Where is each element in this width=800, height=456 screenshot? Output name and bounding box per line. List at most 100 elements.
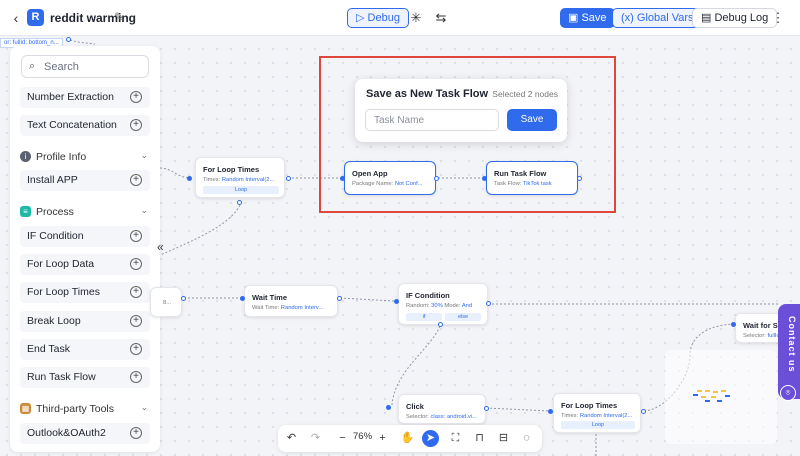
process-icon: ≡ (20, 206, 31, 217)
edge (159, 167, 191, 179)
node-library-panel: ⌕ Number Extraction + Text Concatenation… (10, 46, 160, 452)
section-profile-info[interactable]: i Profile Info ⌄ (20, 149, 150, 165)
node-detail-key: Wait Time: (252, 305, 280, 311)
debug-log-label: Debug Log (714, 12, 769, 24)
library-item-run-task-flow[interactable]: Run Task Flow + (20, 367, 150, 388)
contact-us-label: Contact us (787, 316, 797, 373)
debug-button[interactable]: ▷ Debug (347, 8, 409, 28)
node-title: For Loop Times (203, 165, 260, 174)
back-icon[interactable]: ‹ (8, 9, 24, 27)
log-icon: ▤ (701, 12, 715, 24)
minimap-preview (693, 390, 730, 402)
node-for-loop-times[interactable]: For Loop Times Times: Random Interval(2.… (553, 393, 641, 433)
library-item-end-task[interactable]: End Task + (20, 339, 150, 360)
else-chip: else (445, 313, 481, 321)
global-vars-button[interactable]: (x) Global Vars (612, 8, 703, 28)
library-item-break-loop[interactable]: Break Loop + (20, 311, 150, 332)
add-icon[interactable]: + (130, 315, 142, 327)
chat-icon[interactable]: ⌾ (780, 385, 796, 401)
node-detail-key: Times: (203, 177, 221, 183)
node-output-handle[interactable] (486, 301, 491, 306)
zoom-in-icon[interactable]: + (374, 430, 391, 447)
library-item-for-loop-data[interactable]: For Loop Data + (20, 254, 150, 275)
library-item-outlook-oauth2[interactable]: Outlook&OAuth2 + (20, 423, 150, 444)
node-input-handle[interactable] (731, 322, 736, 327)
node-title: IF Condition (406, 291, 450, 300)
node-detail-value: Random Interv... (280, 305, 324, 311)
node-title: Click (406, 402, 424, 411)
library-item-for-loop-times[interactable]: For Loop Times + (20, 282, 150, 303)
node-output-handle[interactable] (286, 176, 291, 181)
node-detail: Times: Random Interval(2... (203, 177, 283, 183)
collapse-panel-icon[interactable]: « (157, 240, 164, 254)
variable-icon: (x) (621, 12, 637, 24)
add-icon[interactable]: + (130, 174, 142, 186)
node-title: Wait Time (252, 293, 288, 302)
node-input-handle[interactable] (394, 299, 399, 304)
node-for-loop-times[interactable]: For Loop Times Times: Random Interval(2.… (195, 157, 285, 198)
undo-icon[interactable]: ↶ (283, 430, 300, 447)
node-output-handle[interactable] (181, 296, 186, 301)
save-label: Save (581, 12, 607, 24)
task-name-input[interactable] (365, 109, 499, 131)
node-input-handle[interactable] (240, 296, 245, 301)
node-branch-handle[interactable] (438, 322, 443, 327)
debug-log-button[interactable]: ▤ Debug Log (692, 8, 778, 28)
fit-view-icon[interactable]: ⛶ (447, 430, 464, 447)
add-icon[interactable]: + (130, 230, 142, 242)
node-detail: Random: 30% Mode: And (406, 303, 488, 309)
more-menu-icon[interactable]: ⋮ (768, 8, 788, 28)
search-input[interactable] (44, 59, 144, 74)
sparkle-icon[interactable]: ✳ (406, 8, 426, 28)
minimap[interactable] (665, 350, 777, 444)
chevron-down-icon: ⌄ (140, 402, 148, 412)
edit-icon[interactable]: ✎ (114, 9, 128, 25)
node-detail-key: Selector: (406, 414, 429, 420)
node-output-handle[interactable] (641, 409, 646, 414)
add-icon[interactable]: + (130, 371, 142, 383)
library-item-install-app[interactable]: Install APP + (20, 170, 150, 191)
node-loop-handle[interactable] (237, 200, 242, 205)
node-handle[interactable] (66, 37, 71, 42)
section-process[interactable]: ≡ Process ⌄ (20, 204, 150, 220)
node-detail-key: Random: (406, 303, 430, 309)
selected-nodes-count: Selected 2 nodes (492, 89, 558, 99)
library-item-label: Break Loop (27, 315, 81, 327)
edge (339, 297, 395, 302)
contact-us-tab[interactable]: Contact us ⌾ (778, 304, 800, 401)
library-item-if-condition[interactable]: IF Condition + (20, 226, 150, 247)
add-icon[interactable]: + (130, 286, 142, 298)
edge (485, 407, 551, 412)
node-if-condition[interactable]: IF Condition Random: 30% Mode: And if el… (398, 283, 488, 325)
node-output-handle[interactable] (484, 406, 489, 411)
popup-title: Save as New Task Flow (366, 88, 489, 100)
add-icon[interactable]: + (130, 427, 142, 439)
library-item-number-extraction[interactable]: Number Extraction + (20, 87, 150, 108)
play-icon: ▷ (356, 12, 368, 24)
swap-icon[interactable]: ⇆ (431, 8, 451, 28)
library-item-label: Install APP (27, 174, 78, 186)
node-output-handle[interactable] (337, 296, 342, 301)
node-input-handle[interactable] (187, 176, 192, 181)
add-icon[interactable]: + (130, 258, 142, 270)
align-icon[interactable]: ⊓ (471, 430, 488, 447)
hand-tool-icon[interactable]: ✋ (399, 430, 416, 447)
add-icon[interactable]: + (130, 343, 142, 355)
pointer-tool-icon[interactable]: ➤ (422, 430, 439, 447)
zoom-out-icon[interactable]: − (334, 430, 351, 447)
section-third-party-tools[interactable]: ▦ Third-party Tools ⌄ (20, 401, 150, 417)
node-input-handle[interactable] (548, 409, 553, 414)
node-wait-time[interactable]: Wait Time Wait Time: Random Interv... (244, 285, 338, 317)
library-item-text-concatenation[interactable]: Text Concatenation + (20, 115, 150, 136)
node-click[interactable]: Click Selector: class: android.vi... (398, 394, 486, 424)
save-button[interactable]: ▣ Save (560, 8, 615, 28)
popup-save-button[interactable]: Save (507, 109, 557, 131)
add-icon[interactable]: + (130, 91, 142, 103)
layout-icon[interactable]: ⊟ (495, 430, 512, 447)
redo-icon[interactable]: ↷ (307, 430, 324, 447)
add-icon[interactable]: + (130, 119, 142, 131)
node-input-handle[interactable] (386, 405, 391, 410)
search-box[interactable]: ⌕ (21, 55, 149, 78)
comment-icon[interactable]: ◌ (518, 430, 535, 447)
node-partial[interactable]: 8... (150, 287, 182, 317)
